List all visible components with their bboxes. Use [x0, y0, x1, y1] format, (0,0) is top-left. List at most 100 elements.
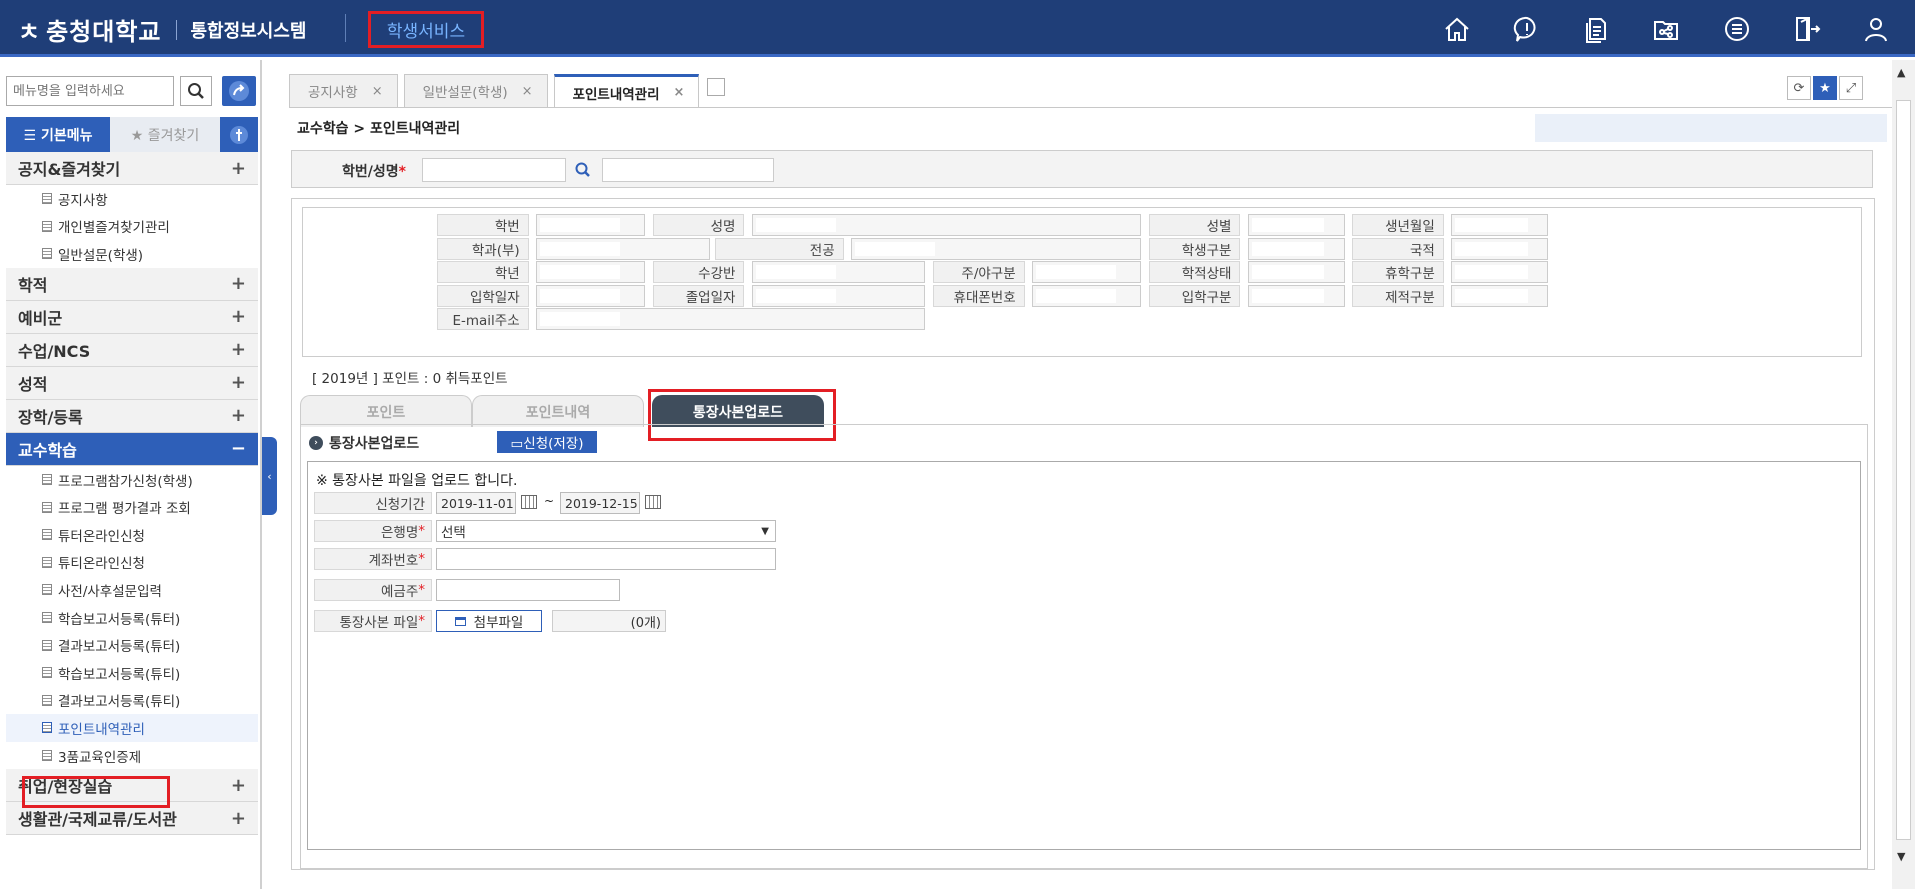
tabs-divider	[289, 107, 1892, 108]
info-value	[1247, 214, 1345, 236]
point-summary: [ 2019년 ] 포인트 : 0 취득포인트	[312, 371, 508, 387]
student-service-menu[interactable]: 학생서비스	[368, 11, 484, 48]
expand-toggle-icon[interactable]: +	[231, 808, 246, 829]
user-icon[interactable]	[1859, 12, 1893, 46]
sidebar-category[interactable]: 예비군 +	[6, 300, 258, 334]
document-icon	[42, 220, 52, 232]
expand-icon[interactable]: ⤢	[1839, 76, 1863, 100]
tab-notice[interactable]: 공지사항 ×	[289, 74, 398, 107]
info-value	[1451, 237, 1548, 260]
attach-file-button[interactable]: 첨부파일	[436, 610, 542, 632]
info-label: 입학일자	[436, 284, 529, 307]
close-all-tabs-icon[interactable]	[707, 78, 726, 96]
sidebar-item[interactable]: 튜티온라인신청	[6, 549, 258, 577]
tab-point[interactable]: 포인트	[300, 395, 472, 427]
menu-search-button[interactable]	[180, 76, 212, 106]
expand-toggle-icon[interactable]: +	[231, 339, 246, 360]
expand-toggle-icon[interactable]: −	[231, 438, 246, 459]
student-service-label: 학생서비스	[386, 22, 466, 42]
bank-select[interactable]: 선택 ▼	[436, 520, 776, 542]
expand-toggle-icon[interactable]: +	[231, 273, 246, 294]
info-label: 졸업일자	[652, 284, 745, 307]
home-icon[interactable]	[1440, 12, 1474, 46]
period-start-input[interactable]: 2019-11-01	[436, 492, 516, 514]
info-label: 수강반	[652, 261, 745, 283]
info-value	[1247, 237, 1345, 260]
sidebar-item-label: 공지사항	[58, 192, 108, 209]
notice-icon[interactable]	[1510, 12, 1544, 46]
expand-toggle-icon[interactable]: +	[231, 306, 246, 327]
sidebar-category[interactable]: 장학/등록 +	[6, 399, 258, 433]
sidebar-category[interactable]: 학적 +	[6, 267, 258, 301]
menu-icon[interactable]	[1720, 12, 1754, 46]
student-id-input[interactable]	[422, 158, 566, 182]
favorite-star-icon[interactable]: ★	[1813, 76, 1837, 100]
sidebar-item[interactable]: 학습보고서등록(튜터)	[6, 604, 258, 632]
close-icon[interactable]: ×	[372, 84, 383, 99]
expand-toggle-icon[interactable]: +	[231, 405, 246, 426]
passbook-upload-panel: › 통장사본업로드 ▭신청(저장) ※ 통장사본 파일을 업로드 합니다. 신청기…	[300, 424, 1868, 869]
tab-survey[interactable]: 일반설문(학생) ×	[403, 74, 548, 107]
expand-toggle-icon[interactable]: +	[231, 158, 246, 179]
sidebar-item[interactable]: 일반설문(학생)	[6, 240, 258, 268]
account-holder-input[interactable]	[436, 579, 620, 601]
bank-select-value: 선택	[441, 525, 466, 541]
sidebar-item[interactable]: 프로그램참가신청(학생)	[6, 466, 258, 494]
calendar-icon[interactable]	[521, 495, 537, 509]
tab-favorites[interactable]: ★ 즐겨찾기	[110, 117, 220, 152]
page-scrollbar[interactable]: ▲ ▼	[1892, 60, 1915, 889]
expand-toggle-icon[interactable]: +	[231, 775, 246, 796]
sidebar-item[interactable]: 결과보고서등록(튜터)	[6, 631, 258, 659]
sidebar-item[interactable]: 공지사항	[6, 185, 258, 213]
sidebar-item[interactable]: 3품교육인증제	[6, 742, 258, 770]
sidebar-category[interactable]: 성적 +	[6, 366, 258, 400]
tab-basic-menu[interactable]: ☰ 기본메뉴	[6, 117, 110, 152]
sidebar-item[interactable]: 개인별즐겨찾기관리	[6, 213, 258, 241]
sidebar-item-label: 일반설문(학생)	[58, 247, 144, 264]
expand-toggle-icon[interactable]: +	[231, 372, 246, 393]
info-value	[751, 284, 926, 307]
sidebar-category[interactable]: 수업/NCS +	[6, 333, 258, 367]
search-icon	[188, 83, 204, 99]
info-label: 주/야구분	[932, 261, 1025, 283]
sidebar-category[interactable]: 교수학습 −	[6, 432, 258, 466]
info-label: 학과(부)	[436, 237, 529, 260]
sidebar-item[interactable]: 사전/사후설문입력	[6, 576, 258, 604]
menu-go-button[interactable]	[222, 76, 256, 106]
account-number-input[interactable]	[436, 548, 776, 570]
sidebar-category[interactable]: 공지&즐겨찾기 +	[6, 152, 258, 185]
close-icon[interactable]: ×	[522, 84, 533, 99]
documents-icon[interactable]	[1579, 12, 1613, 46]
menu-search-field[interactable]	[6, 76, 174, 106]
tab-point-history[interactable]: 포인트내역관리 ×	[553, 74, 700, 108]
search-icon[interactable]	[574, 161, 592, 179]
logout-icon[interactable]	[1789, 12, 1823, 46]
period-end-input[interactable]: 2019-12-15	[560, 492, 640, 514]
share-icon[interactable]	[1649, 12, 1683, 46]
sidebar-collapse-handle[interactable]: ‹	[262, 437, 277, 515]
info-value	[1451, 214, 1548, 236]
calendar-icon[interactable]	[645, 495, 661, 509]
info-value	[536, 261, 646, 283]
sidebar-item[interactable]: 포인트내역관리	[6, 714, 258, 742]
scroll-down-icon[interactable]: ▼	[1897, 850, 1905, 863]
tab-point-history[interactable]: 포인트내역	[472, 395, 644, 427]
scroll-up-icon[interactable]: ▲	[1897, 66, 1905, 79]
document-icon	[42, 193, 52, 205]
breadcrumb-info-box	[1535, 114, 1887, 142]
pin-button[interactable]	[220, 117, 258, 152]
sidebar-category-label: 예비군	[18, 308, 63, 328]
student-info-panel: 학번 성명 성별 생년월일 학과(부) 전공 학생구분 국적 학년 수강반 주/야구분 학적상태 휴학구…	[291, 198, 1875, 870]
menu-search-input[interactable]	[7, 77, 173, 105]
scroll-thumb[interactable]	[1896, 100, 1911, 840]
student-name-input[interactable]	[602, 158, 774, 182]
close-icon[interactable]: ×	[674, 85, 685, 100]
sidebar-item[interactable]: 결과보고서등록(튜티)	[6, 687, 258, 715]
logo[interactable]: ㅊ 충청대학교 통합정보시스템	[18, 12, 306, 47]
refresh-icon[interactable]: ⟳	[1787, 76, 1811, 100]
sidebar-item[interactable]: 프로그램 평가결과 조회	[6, 493, 258, 521]
student-info-grid: 학번 성명 성별 생년월일 학과(부) 전공 학생구분 국적 학년 수강반 주/야구분 학적상태 휴학구…	[302, 207, 1862, 357]
sidebar-item[interactable]: 튜터온라인신청	[6, 521, 258, 549]
apply-save-button[interactable]: ▭신청(저장)	[497, 431, 597, 453]
sidebar-item[interactable]: 학습보고서등록(튜티)	[6, 659, 258, 687]
